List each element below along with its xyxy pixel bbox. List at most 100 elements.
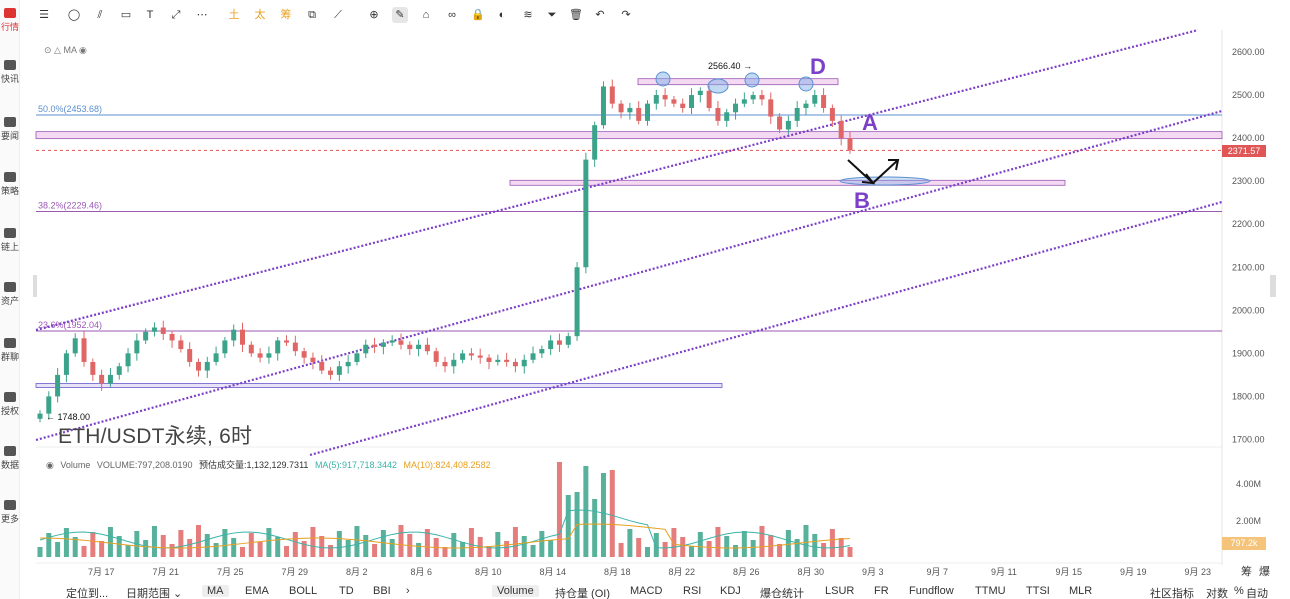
- candle-body: [653, 95, 659, 104]
- time-tick: 8月 30: [798, 567, 825, 577]
- indicator-boll[interactable]: BOLL: [289, 585, 317, 597]
- time-tick: 7月 17: [88, 567, 115, 577]
- volume-bar: [160, 535, 166, 557]
- volume-bar: [697, 532, 703, 557]
- candle-body: [55, 374, 61, 397]
- high-price-label: 2566.40 →: [708, 61, 752, 71]
- volume-bar: [821, 543, 827, 557]
- indicator-2[interactable]: MACD: [630, 585, 662, 597]
- base-zone: [35, 383, 723, 388]
- candle-body: [336, 366, 342, 375]
- candle-body: [680, 103, 686, 108]
- volume-bar: [548, 540, 554, 557]
- volume-bar: [336, 531, 342, 557]
- price-tick: 2000.00: [1232, 305, 1265, 315]
- price-tick: 1700.00: [1232, 434, 1265, 444]
- community-indicators-button[interactable]: 社区指标: [1150, 585, 1194, 599]
- candle-body: [389, 340, 395, 343]
- volume-bar: [847, 547, 853, 557]
- indicator-3[interactable]: RSI: [683, 585, 701, 597]
- ma-legend[interactable]: ⊙ △ MA ◉: [44, 45, 87, 56]
- right-resize-handle[interactable]: [1270, 275, 1276, 297]
- candle-body: [777, 116, 783, 130]
- eye-icon[interactable]: ◉: [46, 460, 54, 470]
- volume-bar: [257, 542, 263, 557]
- time-tick: 9月 3: [862, 567, 884, 577]
- price-tick: 1900.00: [1232, 348, 1265, 358]
- candle-body: [592, 125, 598, 160]
- candle-body: [266, 353, 272, 358]
- volume-bar: [733, 545, 739, 557]
- candle-body: [398, 340, 404, 345]
- volume-bar: [354, 526, 360, 557]
- price-tick: 2300.00: [1232, 176, 1265, 186]
- time-tick: 8月 2: [346, 567, 368, 577]
- candle-body: [759, 95, 765, 100]
- time-tick: 7月 29: [282, 567, 309, 577]
- target-ellipse: [839, 176, 931, 186]
- candle-body: [847, 138, 853, 151]
- candle-body: [574, 267, 580, 337]
- candle-body: [741, 99, 747, 104]
- indicator-bbi[interactable]: BBI: [373, 585, 391, 597]
- eye-icon[interactable]: ◉: [79, 45, 87, 55]
- current-price-tag: 2371.57: [1222, 145, 1266, 157]
- candle-body: [662, 95, 668, 100]
- volume-bar: [213, 543, 219, 557]
- volume-bar: [125, 545, 131, 557]
- left-resize-handle[interactable]: [33, 275, 37, 297]
- indicator-7[interactable]: FR: [874, 585, 889, 597]
- volume-bar: [442, 547, 448, 557]
- volume-bar: [416, 543, 422, 557]
- candle-body: [838, 120, 844, 139]
- candle-body: [565, 336, 571, 345]
- percent-toggle[interactable]: %: [1234, 585, 1244, 597]
- volume-bar: [706, 541, 712, 557]
- candle-body: [37, 413, 43, 419]
- indicator-8[interactable]: Fundflow: [909, 585, 954, 597]
- candle-body: [724, 112, 730, 121]
- candle-body: [116, 366, 122, 375]
- candle-body: [636, 107, 642, 121]
- volume-bar: [328, 545, 334, 557]
- top-marker-ellipse: [707, 78, 729, 94]
- time-tick: 9月 15: [1056, 567, 1083, 577]
- volume-ma5: MA(5):917,718.3442: [314, 460, 397, 470]
- indicator-11[interactable]: MLR: [1069, 585, 1092, 597]
- indicator-10[interactable]: TTSI: [1026, 585, 1050, 597]
- volume-bar: [504, 541, 510, 557]
- auto-scale-toggle[interactable]: 自动: [1246, 585, 1268, 599]
- indicator-5[interactable]: 爆仓统计: [760, 585, 804, 599]
- candle-body: [231, 329, 237, 341]
- indicator-4[interactable]: KDJ: [720, 585, 741, 597]
- log-scale-toggle[interactable]: 对数: [1206, 585, 1228, 599]
- volume-bar: [195, 525, 201, 557]
- locate-button[interactable]: 定位到...: [66, 585, 108, 599]
- candle-body: [416, 344, 422, 350]
- candle-body: [768, 99, 774, 117]
- liquidation-icon[interactable]: 爆: [1259, 563, 1270, 579]
- indicator-ma[interactable]: MA: [202, 585, 229, 597]
- date-range-button[interactable]: 日期范围 ⌄: [126, 585, 182, 599]
- candle-body: [618, 103, 624, 113]
- indicator-td[interactable]: TD: [339, 585, 354, 597]
- collapse-icon[interactable]: ⊙: [44, 45, 54, 55]
- price-chart[interactable]: 2600.00 2500.00 2400.00 2300.00 2200.00 2100.…: [0, 0, 1290, 599]
- indicator-0[interactable]: Volume: [492, 585, 539, 597]
- indicator-1[interactable]: 持仓量 (OI): [555, 585, 610, 599]
- time-tick: 7月 21: [153, 567, 180, 577]
- indicator-ema[interactable]: EMA: [245, 585, 269, 597]
- more-indicators-icon[interactable]: ›: [406, 585, 410, 597]
- candle-body: [380, 342, 386, 347]
- candle-body: [301, 351, 307, 358]
- candle-body: [328, 370, 334, 375]
- indicator-9[interactable]: TTMU: [975, 585, 1006, 597]
- chips-icon[interactable]: 筹: [1241, 563, 1252, 579]
- indicator-6[interactable]: LSUR: [825, 585, 854, 597]
- price-tick: 2600.00: [1232, 47, 1265, 57]
- price-tick: 2200.00: [1232, 219, 1265, 229]
- candle-body: [284, 340, 290, 343]
- time-tick: 9月 19: [1120, 567, 1147, 577]
- volume-bar: [460, 542, 466, 557]
- volume-bar: [266, 528, 272, 557]
